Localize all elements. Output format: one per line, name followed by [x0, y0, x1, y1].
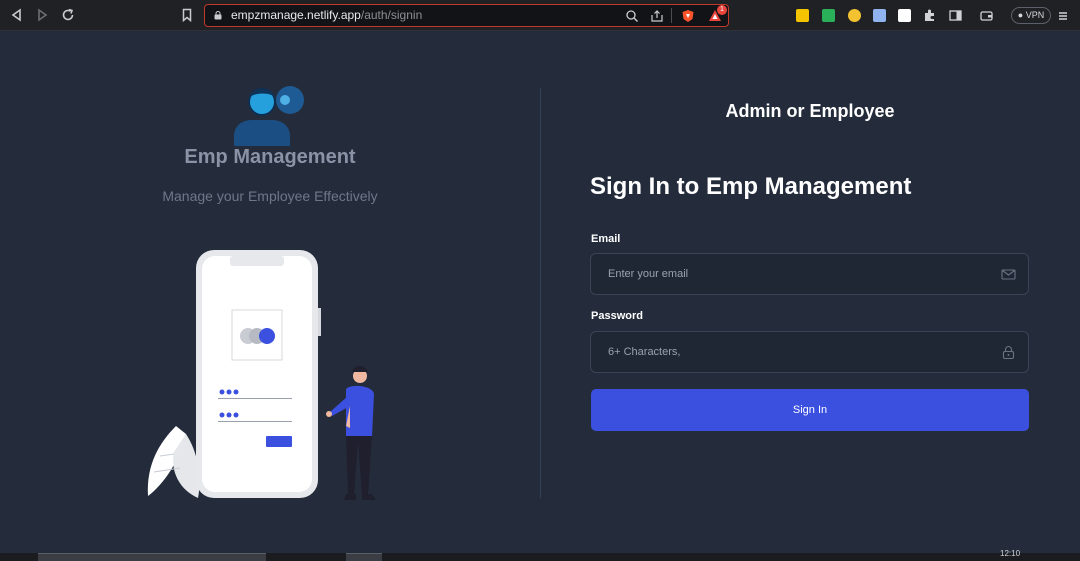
wallet-icon[interactable]	[979, 8, 994, 23]
zoom-icon[interactable]	[625, 9, 639, 23]
login-illustration	[147, 250, 376, 500]
taskbar-clock: 12:10	[1000, 549, 1021, 558]
rewards-badge: 1	[717, 5, 727, 15]
email-field[interactable]	[590, 253, 1029, 295]
address-bar[interactable]: empzmanage.netlify.app/auth/signin 1	[204, 4, 729, 27]
vpn-button[interactable]: ● VPN	[1011, 7, 1051, 24]
menu-icon[interactable]	[1056, 9, 1070, 23]
email-input[interactable]	[591, 254, 1028, 294]
url-separator	[671, 8, 672, 23]
taskbar-app[interactable]	[346, 553, 382, 561]
url-path: /auth/signin	[360, 8, 423, 22]
back-icon[interactable]	[8, 6, 26, 24]
extension-warning-icon[interactable]	[796, 9, 809, 22]
url-text: empzmanage.netlify.app/auth/signin	[231, 8, 422, 22]
signin-button[interactable]: Sign In	[591, 389, 1029, 431]
mail-icon	[1001, 269, 1016, 280]
extension-circle-icon[interactable]	[848, 9, 861, 22]
role-title: Admin or Employee	[725, 101, 895, 121]
taskbar-window[interactable]	[38, 553, 266, 561]
lock-icon[interactable]	[214, 11, 222, 20]
signin-heading: Sign In to Emp Management	[590, 173, 912, 200]
brand-logo	[234, 86, 304, 146]
bookmark-icon[interactable]	[178, 6, 196, 24]
extension-video-icon[interactable]	[898, 9, 911, 22]
password-input[interactable]	[591, 332, 1028, 372]
brand-tagline: Manage your Employee Effectively	[162, 188, 378, 204]
os-taskbar: 12:10	[0, 549, 1080, 561]
brand-title: Emp Management	[184, 146, 356, 168]
forward-icon[interactable]	[33, 6, 51, 24]
panel-divider	[540, 88, 541, 498]
reload-icon[interactable]	[59, 6, 77, 24]
share-icon[interactable]	[650, 9, 664, 23]
email-label: Email	[591, 233, 621, 245]
password-field[interactable]	[590, 331, 1029, 373]
extension-note-icon[interactable]	[822, 9, 835, 22]
extensions-icon[interactable]	[922, 8, 937, 23]
extension-docs-icon[interactable]	[873, 9, 886, 22]
vpn-label: VPN	[1025, 10, 1045, 20]
padlock-icon	[1002, 346, 1015, 360]
brave-shields-icon[interactable]	[681, 9, 695, 23]
password-label: Password	[591, 310, 643, 322]
url-host: empzmanage.netlify.app	[231, 8, 361, 22]
sidebar-icon[interactable]	[948, 8, 963, 23]
browser-toolbar: empzmanage.netlify.app/auth/signin 1 ● V…	[0, 0, 1080, 31]
